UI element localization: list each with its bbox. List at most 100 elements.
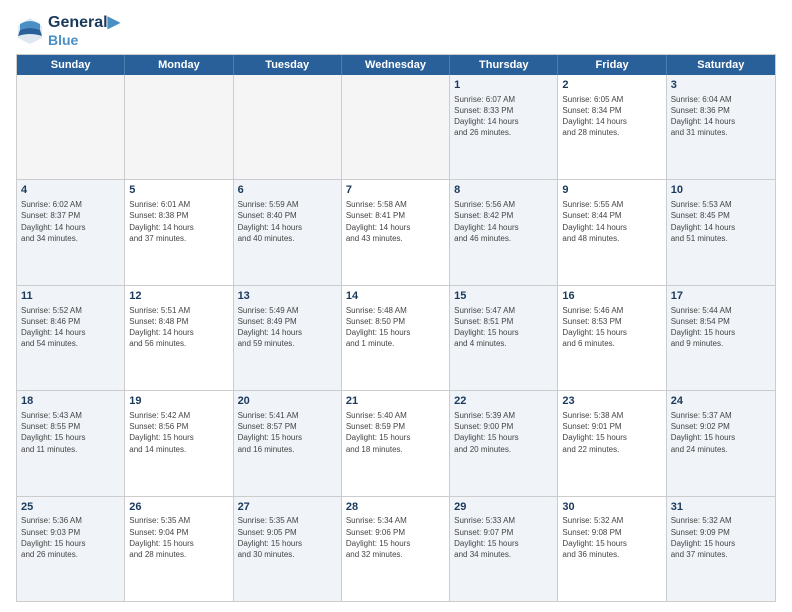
day-cell-20: 20Sunrise: 5:41 AM Sunset: 8:57 PM Dayli… — [234, 391, 342, 495]
day-info: Sunrise: 5:59 AM Sunset: 8:40 PM Dayligh… — [238, 199, 337, 244]
day-number: 20 — [238, 394, 337, 409]
calendar-body: 1Sunrise: 6:07 AM Sunset: 8:33 PM Daylig… — [17, 75, 775, 601]
day-info: Sunrise: 5:33 AM Sunset: 9:07 PM Dayligh… — [454, 515, 553, 560]
day-info: Sunrise: 5:46 AM Sunset: 8:53 PM Dayligh… — [562, 305, 661, 350]
day-cell-8: 8Sunrise: 5:56 AM Sunset: 8:42 PM Daylig… — [450, 180, 558, 284]
header-day-tuesday: Tuesday — [234, 55, 342, 75]
day-cell-12: 12Sunrise: 5:51 AM Sunset: 8:48 PM Dayli… — [125, 286, 233, 390]
day-cell-10: 10Sunrise: 5:53 AM Sunset: 8:45 PM Dayli… — [667, 180, 775, 284]
day-cell-25: 25Sunrise: 5:36 AM Sunset: 9:03 PM Dayli… — [17, 497, 125, 601]
empty-cell — [17, 75, 125, 179]
day-info: Sunrise: 5:32 AM Sunset: 9:08 PM Dayligh… — [562, 515, 661, 560]
day-cell-3: 3Sunrise: 6:04 AM Sunset: 8:36 PM Daylig… — [667, 75, 775, 179]
day-info: Sunrise: 5:42 AM Sunset: 8:56 PM Dayligh… — [129, 410, 228, 455]
day-info: Sunrise: 5:51 AM Sunset: 8:48 PM Dayligh… — [129, 305, 228, 350]
day-number: 5 — [129, 183, 228, 198]
day-number: 4 — [21, 183, 120, 198]
day-info: Sunrise: 6:05 AM Sunset: 8:34 PM Dayligh… — [562, 94, 661, 139]
day-info: Sunrise: 5:32 AM Sunset: 9:09 PM Dayligh… — [671, 515, 771, 560]
day-cell-19: 19Sunrise: 5:42 AM Sunset: 8:56 PM Dayli… — [125, 391, 233, 495]
day-info: Sunrise: 5:49 AM Sunset: 8:49 PM Dayligh… — [238, 305, 337, 350]
empty-cell — [125, 75, 233, 179]
day-cell-17: 17Sunrise: 5:44 AM Sunset: 8:54 PM Dayli… — [667, 286, 775, 390]
calendar-row-5: 25Sunrise: 5:36 AM Sunset: 9:03 PM Dayli… — [17, 496, 775, 601]
day-cell-31: 31Sunrise: 5:32 AM Sunset: 9:09 PM Dayli… — [667, 497, 775, 601]
header-day-friday: Friday — [558, 55, 666, 75]
day-cell-2: 2Sunrise: 6:05 AM Sunset: 8:34 PM Daylig… — [558, 75, 666, 179]
day-info: Sunrise: 5:43 AM Sunset: 8:55 PM Dayligh… — [21, 410, 120, 455]
page: General▶ Blue SundayMondayTuesdayWednesd… — [0, 0, 792, 612]
day-number: 19 — [129, 394, 228, 409]
day-number: 14 — [346, 289, 445, 304]
day-cell-16: 16Sunrise: 5:46 AM Sunset: 8:53 PM Dayli… — [558, 286, 666, 390]
day-info: Sunrise: 6:02 AM Sunset: 8:37 PM Dayligh… — [21, 199, 120, 244]
day-number: 7 — [346, 183, 445, 198]
day-cell-7: 7Sunrise: 5:58 AM Sunset: 8:41 PM Daylig… — [342, 180, 450, 284]
logo-area: General▶ Blue — [16, 12, 120, 48]
day-number: 23 — [562, 394, 661, 409]
day-number: 11 — [21, 289, 120, 304]
logo-text: General▶ Blue — [48, 12, 120, 48]
day-cell-23: 23Sunrise: 5:38 AM Sunset: 9:01 PM Dayli… — [558, 391, 666, 495]
day-number: 31 — [671, 500, 771, 515]
day-cell-28: 28Sunrise: 5:34 AM Sunset: 9:06 PM Dayli… — [342, 497, 450, 601]
day-info: Sunrise: 5:35 AM Sunset: 9:05 PM Dayligh… — [238, 515, 337, 560]
day-number: 18 — [21, 394, 120, 409]
day-cell-21: 21Sunrise: 5:40 AM Sunset: 8:59 PM Dayli… — [342, 391, 450, 495]
header-day-wednesday: Wednesday — [342, 55, 450, 75]
day-number: 15 — [454, 289, 553, 304]
day-cell-22: 22Sunrise: 5:39 AM Sunset: 9:00 PM Dayli… — [450, 391, 558, 495]
day-number: 26 — [129, 500, 228, 515]
calendar: SundayMondayTuesdayWednesdayThursdayFrid… — [16, 54, 776, 602]
empty-cell — [234, 75, 342, 179]
day-cell-18: 18Sunrise: 5:43 AM Sunset: 8:55 PM Dayli… — [17, 391, 125, 495]
day-info: Sunrise: 6:04 AM Sunset: 8:36 PM Dayligh… — [671, 94, 771, 139]
day-info: Sunrise: 5:34 AM Sunset: 9:06 PM Dayligh… — [346, 515, 445, 560]
calendar-row-2: 4Sunrise: 6:02 AM Sunset: 8:37 PM Daylig… — [17, 179, 775, 284]
day-cell-30: 30Sunrise: 5:32 AM Sunset: 9:08 PM Dayli… — [558, 497, 666, 601]
day-number: 16 — [562, 289, 661, 304]
day-number: 17 — [671, 289, 771, 304]
day-info: Sunrise: 5:56 AM Sunset: 8:42 PM Dayligh… — [454, 199, 553, 244]
day-number: 12 — [129, 289, 228, 304]
day-cell-15: 15Sunrise: 5:47 AM Sunset: 8:51 PM Dayli… — [450, 286, 558, 390]
day-cell-26: 26Sunrise: 5:35 AM Sunset: 9:04 PM Dayli… — [125, 497, 233, 601]
day-number: 9 — [562, 183, 661, 198]
empty-cell — [342, 75, 450, 179]
day-cell-1: 1Sunrise: 6:07 AM Sunset: 8:33 PM Daylig… — [450, 75, 558, 179]
day-number: 22 — [454, 394, 553, 409]
day-info: Sunrise: 5:55 AM Sunset: 8:44 PM Dayligh… — [562, 199, 661, 244]
day-cell-4: 4Sunrise: 6:02 AM Sunset: 8:37 PM Daylig… — [17, 180, 125, 284]
day-info: Sunrise: 5:38 AM Sunset: 9:01 PM Dayligh… — [562, 410, 661, 455]
header-day-monday: Monday — [125, 55, 233, 75]
day-number: 30 — [562, 500, 661, 515]
day-number: 8 — [454, 183, 553, 198]
day-number: 25 — [21, 500, 120, 515]
header-day-sunday: Sunday — [17, 55, 125, 75]
day-info: Sunrise: 5:37 AM Sunset: 9:02 PM Dayligh… — [671, 410, 771, 455]
day-info: Sunrise: 5:48 AM Sunset: 8:50 PM Dayligh… — [346, 305, 445, 350]
header-day-saturday: Saturday — [667, 55, 775, 75]
day-number: 24 — [671, 394, 771, 409]
day-number: 28 — [346, 500, 445, 515]
day-cell-5: 5Sunrise: 6:01 AM Sunset: 8:38 PM Daylig… — [125, 180, 233, 284]
day-cell-6: 6Sunrise: 5:59 AM Sunset: 8:40 PM Daylig… — [234, 180, 342, 284]
day-info: Sunrise: 5:36 AM Sunset: 9:03 PM Dayligh… — [21, 515, 120, 560]
day-info: Sunrise: 5:52 AM Sunset: 8:46 PM Dayligh… — [21, 305, 120, 350]
day-number: 6 — [238, 183, 337, 198]
calendar-row-4: 18Sunrise: 5:43 AM Sunset: 8:55 PM Dayli… — [17, 390, 775, 495]
day-info: Sunrise: 6:07 AM Sunset: 8:33 PM Dayligh… — [454, 94, 553, 139]
day-cell-13: 13Sunrise: 5:49 AM Sunset: 8:49 PM Dayli… — [234, 286, 342, 390]
header: General▶ Blue — [16, 12, 776, 48]
day-info: Sunrise: 6:01 AM Sunset: 8:38 PM Dayligh… — [129, 199, 228, 244]
calendar-header: SundayMondayTuesdayWednesdayThursdayFrid… — [17, 55, 775, 75]
day-cell-11: 11Sunrise: 5:52 AM Sunset: 8:46 PM Dayli… — [17, 286, 125, 390]
day-cell-29: 29Sunrise: 5:33 AM Sunset: 9:07 PM Dayli… — [450, 497, 558, 601]
day-number: 27 — [238, 500, 337, 515]
day-info: Sunrise: 5:58 AM Sunset: 8:41 PM Dayligh… — [346, 199, 445, 244]
day-info: Sunrise: 5:47 AM Sunset: 8:51 PM Dayligh… — [454, 305, 553, 350]
day-info: Sunrise: 5:53 AM Sunset: 8:45 PM Dayligh… — [671, 199, 771, 244]
day-info: Sunrise: 5:39 AM Sunset: 9:00 PM Dayligh… — [454, 410, 553, 455]
day-info: Sunrise: 5:44 AM Sunset: 8:54 PM Dayligh… — [671, 305, 771, 350]
day-cell-9: 9Sunrise: 5:55 AM Sunset: 8:44 PM Daylig… — [558, 180, 666, 284]
